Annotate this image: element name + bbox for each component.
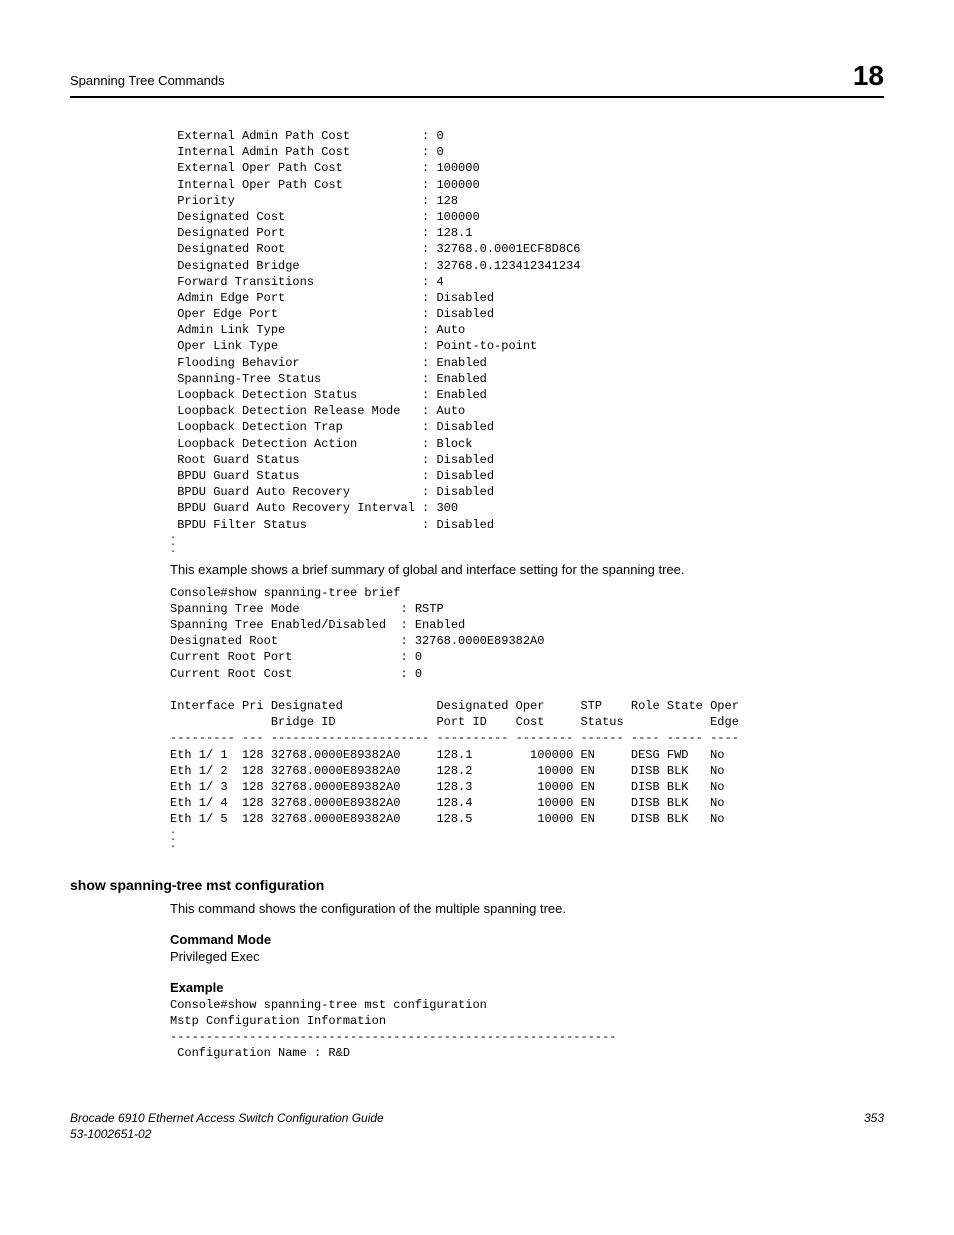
page-header: Spanning Tree Commands 18 — [70, 60, 884, 98]
main-content: External Admin Path Cost : 0 Internal Ad… — [170, 128, 884, 849]
code-output-block-1: External Admin Path Cost : 0 Internal Ad… — [170, 128, 884, 533]
code-output-block-2: Console#show spanning-tree brief Spannin… — [170, 585, 884, 828]
footer-left: Brocade 6910 Ethernet Access Switch Conf… — [70, 1111, 384, 1142]
example-heading: Example — [170, 980, 884, 995]
command-body: This command shows the configuration of … — [170, 901, 884, 1062]
chapter-number: 18 — [853, 60, 884, 92]
command-heading: show spanning-tree mst configuration — [70, 877, 884, 893]
ellipsis-icon: ... — [170, 828, 884, 849]
footer-title: Brocade 6910 Ethernet Access Switch Conf… — [70, 1111, 384, 1125]
command-mode-text: Privileged Exec — [170, 949, 884, 964]
page-footer: Brocade 6910 Ethernet Access Switch Conf… — [70, 1111, 884, 1142]
section-title: Spanning Tree Commands — [70, 73, 225, 88]
code-output-block-3: Console#show spanning-tree mst configura… — [170, 997, 884, 1062]
example-intro-text: This example shows a brief summary of gl… — [170, 562, 884, 577]
page-number: 353 — [864, 1111, 884, 1142]
footer-docnum: 53-1002651-02 — [70, 1127, 151, 1141]
command-mode-heading: Command Mode — [170, 932, 884, 947]
ellipsis-icon: ... — [170, 533, 884, 554]
command-description: This command shows the configuration of … — [170, 901, 884, 916]
